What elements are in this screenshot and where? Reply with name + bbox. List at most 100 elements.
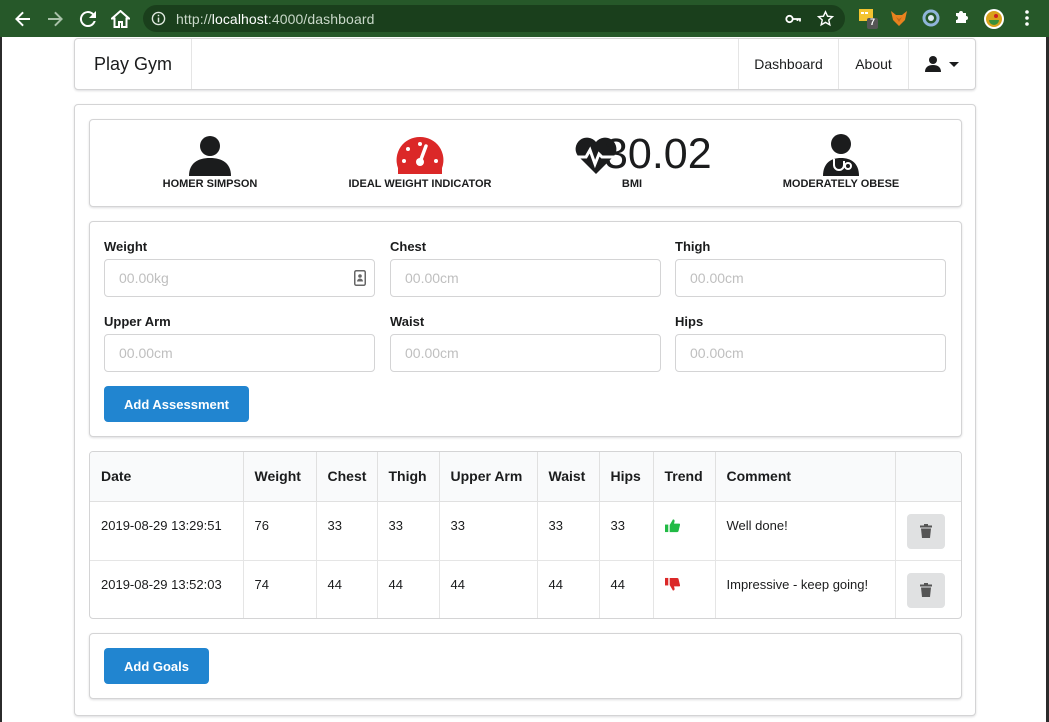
thumbs-up-icon	[664, 518, 680, 532]
cell-comment: Impressive - keep going!	[715, 560, 896, 618]
cell-hips: 44	[599, 560, 654, 618]
key-icon[interactable]	[785, 11, 801, 27]
table-row: 2019-08-29 13:29:51 76 33 33 33 33 33 We…	[90, 501, 961, 561]
assessment-form: Weight 00.00kg Chest 00.00cm Thigh 00.00…	[89, 221, 962, 437]
bmi-category-stat: MODERATELY OBESE	[770, 120, 912, 206]
cell-waist: 33	[537, 501, 600, 561]
bmi-stat: 30.02 BMI	[552, 120, 712, 206]
chest-label: Chest	[390, 239, 427, 254]
weight-indicator-label: IDEAL WEIGHT INDICATOR	[348, 178, 492, 190]
table-header-row: Date Weight Chest Thigh Upper Arm Waist …	[90, 452, 961, 502]
cell-hips: 33	[599, 501, 654, 561]
add-goals-button[interactable]: Add Goals	[104, 648, 209, 684]
bmi-category: MODERATELY OBESE	[782, 178, 900, 190]
fox-extension-icon[interactable]	[889, 8, 909, 28]
member-user-icon	[189, 136, 231, 176]
extension-badge: 7	[870, 17, 876, 27]
forward-icon[interactable]	[44, 8, 66, 30]
bookmark-star-icon[interactable]	[817, 10, 834, 27]
col-trend: Trend	[653, 452, 716, 502]
col-comment: Comment	[715, 452, 896, 502]
col-thigh: Thigh	[377, 452, 440, 502]
waist-input[interactable]: 00.00cm	[390, 334, 661, 372]
autofill-contact-icon[interactable]	[354, 270, 366, 286]
cell-comment: Well done!	[715, 501, 896, 561]
cell-chest: 44	[316, 560, 378, 618]
weight-indicator-stat: IDEAL WEIGHT INDICATOR	[330, 120, 510, 206]
cell-thigh: 33	[377, 501, 440, 561]
brand-title[interactable]: Play Gym	[75, 39, 192, 89]
thigh-label: Thigh	[675, 239, 711, 254]
cell-upper-arm: 44	[439, 560, 538, 618]
waist-label: Waist	[390, 314, 425, 329]
user-icon	[925, 56, 941, 72]
bmi-value: 30.02	[604, 130, 712, 178]
col-upper-arm: Upper Arm	[439, 452, 538, 502]
sticky-note-extension-icon[interactable]: 7	[858, 8, 878, 29]
cell-actions	[895, 560, 961, 618]
cell-trend	[653, 560, 716, 618]
add-assessment-button[interactable]: Add Assessment	[104, 386, 249, 422]
trash-icon	[919, 524, 932, 538]
col-date: Date	[90, 452, 244, 502]
delete-button[interactable]	[906, 572, 945, 608]
cell-date: 2019-08-29 13:52:03	[90, 560, 244, 618]
address-bar[interactable]: http://localhost:4000/dashboard	[143, 5, 845, 32]
cell-weight: 76	[243, 501, 317, 561]
browser-menu-icon[interactable]	[1017, 8, 1037, 28]
upper-arm-placeholder: 00.00cm	[119, 345, 173, 361]
tachometer-icon	[396, 136, 444, 174]
back-icon[interactable]	[12, 8, 34, 30]
caret-down-icon	[949, 62, 959, 67]
cell-actions	[895, 501, 961, 561]
chest-placeholder: 00.00cm	[405, 270, 459, 286]
ring-extension-icon[interactable]	[921, 8, 941, 28]
cell-thigh: 44	[377, 560, 440, 618]
cell-trend	[653, 501, 716, 561]
cell-chest: 33	[316, 501, 378, 561]
profile-avatar[interactable]	[983, 8, 1004, 29]
col-hips: Hips	[599, 452, 654, 502]
info-icon[interactable]	[151, 11, 166, 26]
window-edge-left	[0, 37, 2, 722]
reload-icon[interactable]	[77, 8, 99, 30]
hips-input[interactable]: 00.00cm	[675, 334, 946, 372]
nav-about[interactable]: About	[838, 39, 908, 89]
bmi-label: BMI	[621, 178, 643, 190]
thumbs-down-icon	[664, 577, 680, 591]
weight-label: Weight	[104, 239, 148, 254]
thigh-input[interactable]: 00.00cm	[675, 259, 946, 297]
col-actions	[895, 452, 961, 502]
thigh-placeholder: 00.00cm	[690, 270, 744, 286]
assessments-table: Date Weight Chest Thigh Upper Arm Waist …	[89, 451, 962, 619]
delete-button[interactable]	[906, 513, 945, 549]
trash-icon	[919, 583, 932, 597]
table-row: 2019-08-29 13:52:03 74 44 44 44 44 44 Im…	[90, 560, 961, 618]
nav-dashboard[interactable]: Dashboard	[738, 39, 838, 89]
upper-arm-input[interactable]: 00.00cm	[104, 334, 375, 372]
weight-input[interactable]: 00.00kg	[104, 259, 375, 297]
hips-label: Hips	[675, 314, 704, 329]
member-stat: HOMER SIMPSON	[150, 120, 270, 206]
col-waist: Waist	[537, 452, 600, 502]
cell-waist: 44	[537, 560, 600, 618]
top-menu: Play Gym Dashboard About	[74, 38, 976, 90]
user-doctor-icon	[823, 134, 859, 176]
browser-toolbar: http://localhost:4000/dashboard 7	[0, 0, 1049, 37]
member-name: HOMER SIMPSON	[162, 178, 258, 190]
cell-date: 2019-08-29 13:29:51	[90, 501, 244, 561]
member-stats-panel: HOMER SIMPSON IDEAL WEIGHT INDICATOR 30.…	[89, 119, 962, 207]
cell-upper-arm: 33	[439, 501, 538, 561]
col-chest: Chest	[316, 452, 378, 502]
cell-weight: 74	[243, 560, 317, 618]
extensions-puzzle-icon[interactable]	[953, 8, 973, 28]
user-dropdown[interactable]	[908, 39, 975, 89]
goals-panel: Add Goals	[89, 633, 962, 699]
url-text: http://localhost:4000/dashboard	[176, 11, 375, 27]
chest-input[interactable]: 00.00cm	[390, 259, 661, 297]
hips-placeholder: 00.00cm	[690, 345, 744, 361]
home-icon[interactable]	[109, 8, 131, 30]
waist-placeholder: 00.00cm	[405, 345, 459, 361]
upper-arm-label: Upper Arm	[104, 314, 171, 329]
weight-placeholder: 00.00kg	[119, 270, 169, 286]
